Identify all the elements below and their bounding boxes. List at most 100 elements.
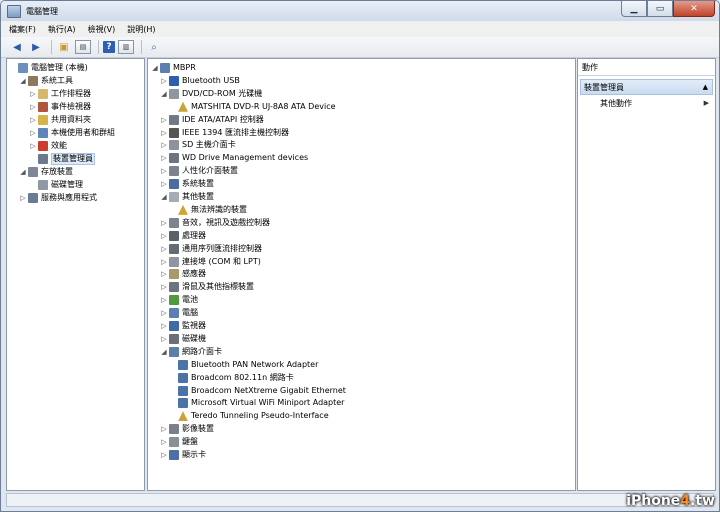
device-tree-item[interactable]: ▷ 處理器 <box>160 230 206 242</box>
collapsed-arrow-icon[interactable]: ▷ <box>160 167 168 175</box>
help-button[interactable]: ? <box>103 41 115 53</box>
maximize-button[interactable]: ▭ <box>647 1 673 17</box>
device-tree-item[interactable]: ▷ 系統裝置 <box>160 178 214 190</box>
sensor-icon <box>169 269 179 280</box>
device-tree-item[interactable]: ▷ SD 主機介面卡 <box>160 139 236 151</box>
collapsed-arrow-icon[interactable]: ▷ <box>160 296 168 304</box>
collapsed-arrow-icon[interactable]: ▷ <box>160 335 168 343</box>
tree-item[interactable]: 裝置管理員 <box>29 153 95 165</box>
collapsed-arrow-icon[interactable]: ▷ <box>160 438 168 446</box>
collapsed-arrow-icon[interactable]: ▷ <box>160 270 168 278</box>
expanded-arrow-icon[interactable]: ◢ <box>151 64 159 72</box>
expanded-arrow-icon[interactable]: ◢ <box>160 193 168 201</box>
device-tree-item[interactable]: ▷ 顯示卡 <box>160 449 206 461</box>
device-tree-item[interactable]: Broadcom NetXtreme Gigabit Ethernet <box>169 385 346 397</box>
tree-item-label: 連接埠 (COM 和 LPT) <box>182 256 261 266</box>
wd-drive-icon <box>169 153 179 164</box>
tree-item[interactable]: ◢ 系統工具 <box>19 75 73 87</box>
collapsed-arrow-icon[interactable]: ▷ <box>29 103 37 111</box>
device-tree-item[interactable]: Teredo Tunneling Pseudo-Interface <box>169 410 329 422</box>
expanded-arrow-icon[interactable]: ◢ <box>160 348 168 356</box>
device-tree-item[interactable]: ▷ 監視器 <box>160 320 206 332</box>
tree-item[interactable]: ▷ 效能 <box>29 140 67 152</box>
collapsed-arrow-icon[interactable]: ▷ <box>160 141 168 149</box>
watermark-prefix: iPhone <box>626 493 681 509</box>
device-tree-item[interactable]: ◢ 其他裝置 <box>160 191 214 203</box>
collapsed-arrow-icon[interactable]: ▷ <box>160 451 168 459</box>
menu-file[interactable]: 檔案(F) <box>9 24 36 35</box>
device-tree-item[interactable]: ◢ MBPR <box>151 62 196 74</box>
console-tree-pane[interactable]: 電腦管理 (本機) ◢ 系統工具 ▷ 工作排程器 ▷ 事件檢視器 ▷ 共用資料夾 ▷ 本機使用者和群… <box>6 58 145 491</box>
collapsed-arrow-icon[interactable]: ▷ <box>29 129 37 137</box>
device-tree-item[interactable]: ▷ 電池 <box>160 294 198 306</box>
collapsed-arrow-icon[interactable]: ▷ <box>19 194 27 202</box>
show-hide-action-pane-button[interactable]: ▥ <box>118 40 134 54</box>
device-tree-item[interactable]: ▷ 磁碟機 <box>160 333 206 345</box>
up-folder-button[interactable]: ▣ <box>56 40 72 54</box>
device-tree-item[interactable]: Broadcom 802.11n 網路卡 <box>169 372 294 384</box>
collapsed-arrow-icon[interactable]: ▷ <box>160 309 168 317</box>
tree-item[interactable]: ▷ 共用資料夾 <box>29 114 91 126</box>
device-tree-item[interactable]: ▷ 感應器 <box>160 268 206 280</box>
device-tree-item[interactable]: 無法辨識的裝置 <box>169 204 247 216</box>
collapsed-arrow-icon[interactable]: ▷ <box>160 219 168 227</box>
tree-item[interactable]: ▷ 事件檢視器 <box>29 101 91 113</box>
device-tree-item[interactable]: Microsoft Virtual WiFi Miniport Adapter <box>169 397 344 409</box>
tree-item-label: 鍵盤 <box>182 437 198 447</box>
close-button[interactable]: ✕ <box>673 1 715 17</box>
show-hide-console-tree-button[interactable]: ▤ <box>75 40 91 54</box>
device-tree-item[interactable]: ▷ 滑鼠及其他指標裝置 <box>160 281 254 293</box>
collapsed-arrow-icon[interactable]: ▷ <box>160 232 168 240</box>
tree-item[interactable]: 磁碟管理 <box>29 179 83 191</box>
device-tree-item[interactable]: ▷ 電腦 <box>160 307 198 319</box>
expanded-arrow-icon[interactable]: ◢ <box>19 168 27 176</box>
device-tree-item[interactable]: ◢ 網路介面卡 <box>160 346 222 358</box>
forward-button[interactable]: ▶ <box>28 40 44 54</box>
collapsed-arrow-icon[interactable]: ▷ <box>160 116 168 124</box>
device-tree-item[interactable]: ▷ 通用序列匯流排控制器 <box>160 243 262 255</box>
collapsed-arrow-icon[interactable]: ▷ <box>160 77 168 85</box>
more-actions-item[interactable]: 其他動作 ▶ <box>600 97 711 109</box>
collapsed-arrow-icon[interactable]: ▷ <box>160 129 168 137</box>
expanded-arrow-icon[interactable]: ◢ <box>160 90 168 98</box>
device-tree-item[interactable]: ▷ 音效，視訊及遊戲控制器 <box>160 217 270 229</box>
expanded-arrow-icon[interactable]: ◢ <box>19 77 27 85</box>
tree-item[interactable]: ◢ 存放裝置 <box>19 166 73 178</box>
menu-help[interactable]: 說明(H) <box>127 24 155 35</box>
collapsed-arrow-icon[interactable]: ▷ <box>160 245 168 253</box>
device-tree-item[interactable]: ▷ IEEE 1394 匯流排主機控制器 <box>160 127 289 139</box>
collapsed-arrow-icon[interactable]: ▷ <box>160 154 168 162</box>
tree-item[interactable]: ▷ 本機使用者和群組 <box>29 127 115 139</box>
device-tree-item[interactable]: ▷ IDE ATA/ATAPI 控制器 <box>160 114 264 126</box>
collapsed-arrow-icon[interactable]: ▷ <box>29 142 37 150</box>
scan-hardware-button[interactable]: ⌕ <box>146 40 162 54</box>
back-button[interactable]: ◀ <box>9 40 25 54</box>
collapsed-arrow-icon[interactable]: ▷ <box>29 116 37 124</box>
title-bar[interactable]: 電腦管理 ▁ ▭ ✕ <box>1 1 719 21</box>
device-list-pane[interactable]: ◢ MBPR ▷ Bluetooth USB ◢ DVD/CD-ROM 光碟機 MATSHI… <box>147 58 576 491</box>
actions-section-device-manager[interactable]: 裝置管理員 ▲ <box>580 79 713 95</box>
device-tree-item[interactable]: MATSHITA DVD-R UJ-8A8 ATA Device <box>169 101 336 113</box>
device-tree-item[interactable]: ▷ 人性化介面裝置 <box>160 165 238 177</box>
tree-item[interactable]: 電腦管理 (本機) <box>9 62 88 74</box>
tree-item-label: MATSHITA DVD-R UJ-8A8 ATA Device <box>191 101 336 111</box>
collapsed-arrow-icon[interactable]: ▷ <box>160 180 168 188</box>
device-tree-item[interactable]: ▷ 連接埠 (COM 和 LPT) <box>160 256 261 268</box>
menu-view[interactable]: 檢視(V) <box>88 24 116 35</box>
minimize-button[interactable]: ▁ <box>621 1 647 17</box>
device-tree-item[interactable]: Bluetooth PAN Network Adapter <box>169 359 318 371</box>
tree-item[interactable]: ▷ 服務與應用程式 <box>19 192 97 204</box>
collapsed-arrow-icon[interactable]: ▷ <box>160 258 168 266</box>
device-tree-item[interactable]: ▷ Bluetooth USB <box>160 75 240 87</box>
device-tree-item[interactable]: ◢ DVD/CD-ROM 光碟機 <box>160 88 262 100</box>
tree-item[interactable]: ▷ 工作排程器 <box>29 88 91 100</box>
collapsed-arrow-icon[interactable]: ▷ <box>29 90 37 98</box>
device-tree-item[interactable]: ▷ WD Drive Management devices <box>160 152 308 164</box>
device-tree-item[interactable]: ▷ 影像裝置 <box>160 423 214 435</box>
collapsed-arrow-icon[interactable]: ▷ <box>160 322 168 330</box>
collapsed-arrow-icon[interactable]: ▷ <box>160 425 168 433</box>
device-tree-item[interactable]: ▷ 鍵盤 <box>160 436 198 448</box>
collapsed-arrow-icon[interactable]: ▷ <box>160 283 168 291</box>
menu-action[interactable]: 執行(A) <box>48 24 76 35</box>
display-adapter-icon <box>169 450 179 460</box>
